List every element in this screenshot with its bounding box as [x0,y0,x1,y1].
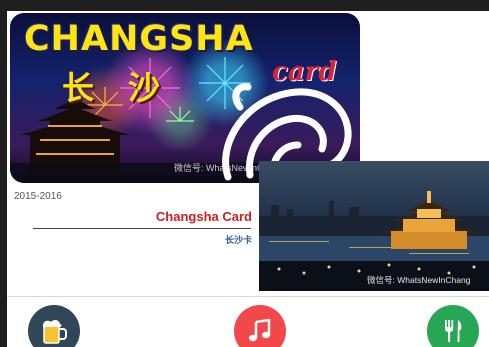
card-chinese-title: 长沙 [62,63,160,109]
card-title: CHANGSHA [24,19,254,59]
night-city-photo[interactable]: 微信号: WhatsNewInChang [259,161,489,291]
season-label: 2015-2016 [14,191,62,202]
food-button[interactable] [427,305,479,347]
beer-button[interactable] [28,305,80,347]
page: CHANGSHA card 长沙 微信号: WhatsNewInChangsha… [7,11,489,347]
fork-knife-icon [445,320,462,342]
night-city-graphic [259,191,489,291]
heading-rule [33,228,251,229]
card-cn-char-2: 沙 [128,70,161,106]
card-name-chinese: 长沙卡 [224,235,252,245]
photo-watermark: 微信号: WhatsNewInChang [367,275,471,285]
card-cn-char-1: 长 [62,70,95,106]
changsha-card-image[interactable]: CHANGSHA card 长沙 微信号: WhatsNewInChangsha [10,13,360,183]
section-divider [7,296,489,297]
music-icon [249,318,271,342]
beer-icon [43,319,67,344]
music-button[interactable] [234,305,286,347]
card-name-heading: Changsha Card [155,209,252,224]
